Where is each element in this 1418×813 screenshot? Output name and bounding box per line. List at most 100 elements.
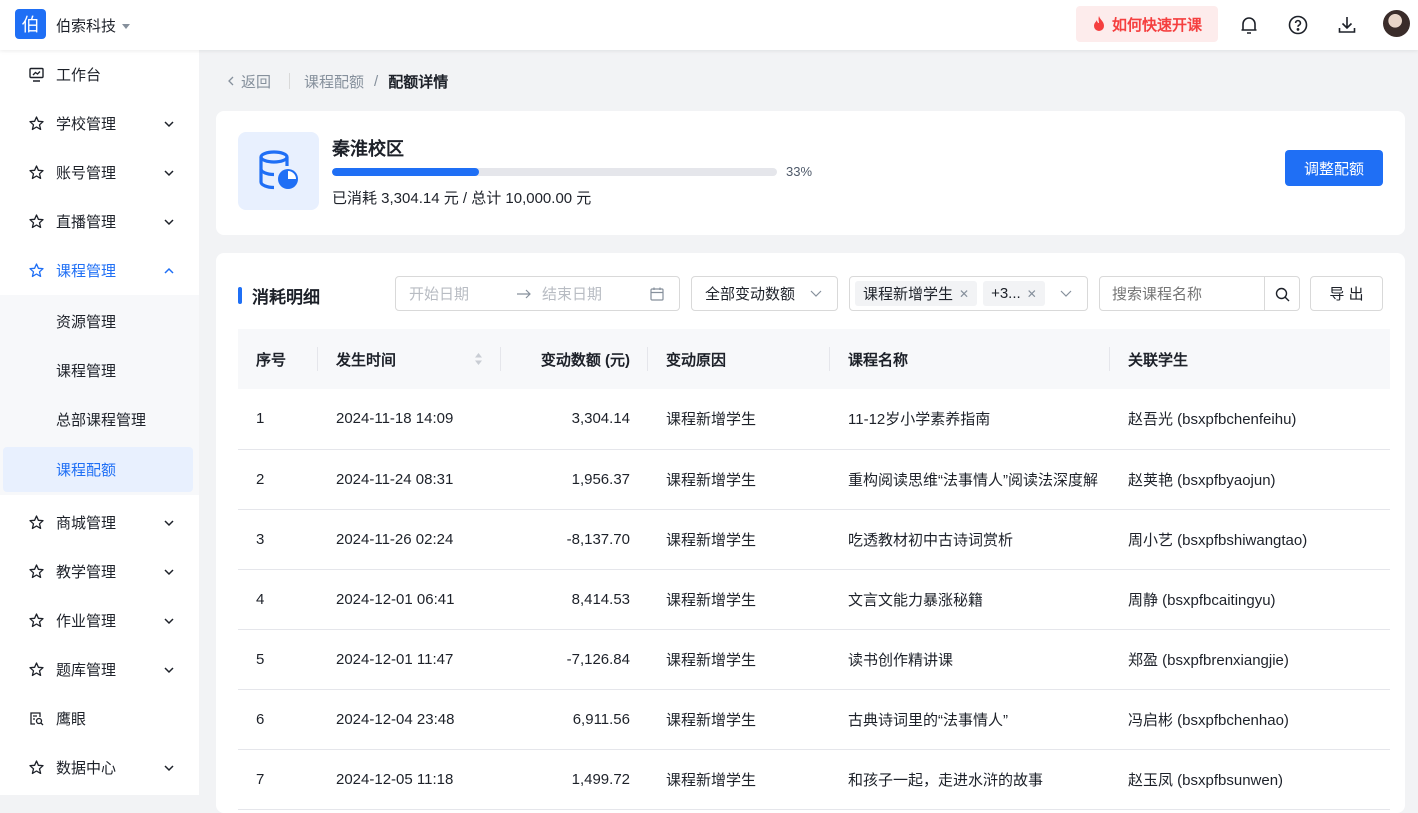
sidebar-item-course[interactable]: 课程管理 [0,246,199,295]
star-icon [28,760,44,776]
table-cell: 周小艺 (bsxpfbshiwangtao) [1128,531,1308,549]
chevron-down-icon [164,617,174,624]
chevron-down-icon [164,519,174,526]
sidebar-item-label: 题库管理 [56,662,117,679]
end-date-input[interactable]: 结束日期 [542,283,602,304]
breadcrumb: 返回 课程配额 / 配额详情 [227,71,448,91]
search-input[interactable] [1112,283,1262,305]
close-icon[interactable]: ✕ [959,287,969,301]
column-header-sortable[interactable]: 发生时间 [318,329,501,389]
table-cell: 课程新增学生 [666,651,757,669]
table-cell: 2024-12-05 11:18 [336,770,454,788]
sidebar-item-live[interactable]: 直播管理 [0,197,199,246]
table-cell: 读书创作精讲课 [848,651,954,669]
table-cell: 2024-11-24 08:31 [336,470,454,488]
table-cell: 吃透教材初中古诗词赏析 [848,531,1014,549]
table-cell: 3 [256,530,265,548]
bell-icon[interactable] [1237,13,1261,37]
sidebar-item-label: 课程管理 [56,263,117,280]
quick-start-button[interactable]: 如何快速开课 [1076,6,1218,42]
reason-tag-more[interactable]: +3... ✕ [983,281,1045,306]
table-row: 6 2024-12-04 23:48 6,911.56 课程新增学生 古典诗词里的“法事… [238,689,1390,749]
chevron-up-icon [164,267,174,274]
table-cell: 3,304.14 [571,410,630,428]
back-link[interactable]: 返回 [227,71,271,92]
table-cell: 2 [256,470,265,488]
sidebar-item-school[interactable]: 学校管理 [0,99,199,148]
table-cell: 课程新增学生 [666,471,757,489]
sidebar-item-eagle-eye[interactable]: 鹰眼 [0,694,199,743]
star-icon [28,662,44,678]
change-type-select[interactable]: 全部变动数额 [691,276,838,311]
quick-start-label: 如何快速开课 [1111,16,1202,34]
subitem-label: 课程配额 [56,462,117,479]
eye-doc-icon [28,711,44,727]
star-icon [28,165,44,181]
table-cell: 1,499.72 [571,770,630,788]
subitem-label: 总部课程管理 [56,412,147,429]
star-icon [28,263,44,279]
sidebar-item-workbench[interactable]: 工作台 [0,50,199,99]
dashboard-icon [28,67,44,83]
quota-usage-text: 已消耗 3,304.14 元 / 总计 10,000.00 元 [332,190,592,207]
reason-multiselect[interactable]: 课程新增学生 ✕ +3... ✕ [849,276,1088,311]
reason-tag[interactable]: 课程新增学生 ✕ [855,281,978,306]
sidebar-item-data-center[interactable]: 数据中心 [0,743,199,792]
table-cell: 6,911.56 [572,710,630,728]
sidebar-item-account[interactable]: 账号管理 [0,148,199,197]
breadcrumb-parent[interactable]: 课程配额 [304,71,364,92]
table-cell: -7,126.84 [566,650,630,668]
chevron-down-icon [164,218,174,225]
table-row: 5 2024-12-01 11:47 -7,126.84 课程新增学生 读书创作精讲课 郑… [238,629,1390,689]
section-title: 消耗明细 [238,285,320,307]
sidebar-item-homework[interactable]: 作业管理 [0,596,199,645]
sidebar-item-label: 数据中心 [56,760,117,777]
sidebar-item-question-bank[interactable]: 题库管理 [0,645,199,694]
section-title-text: 消耗明细 [252,287,320,307]
column-header: 课程名称 [830,329,1110,389]
table-cell: 2024-11-18 14:09 [336,410,454,428]
org-switcher[interactable]: 伯索科技 [56,15,131,36]
download-icon[interactable] [1335,13,1359,37]
sidebar-item-teaching[interactable]: 教学管理 [0,547,199,596]
start-date-input[interactable]: 开始日期 [409,283,469,304]
adjust-quota-button[interactable]: 调整配额 [1285,150,1383,186]
export-button[interactable]: 导 出 [1310,276,1383,311]
user-avatar[interactable] [1383,10,1410,37]
table-row: 2 2024-11-24 08:31 1,956.37 课程新增学生 重构阅读思维“法事… [238,449,1390,509]
table-cell: 11-12岁小学素养指南 [848,411,991,429]
chevron-down-icon [1060,290,1072,297]
chevron-down-icon [164,764,174,771]
course-search[interactable] [1099,276,1300,311]
sidebar-subitem-course[interactable]: 课程管理 [0,348,199,393]
sidebar-item-label: 鹰眼 [56,711,87,728]
sort-icon[interactable] [474,352,483,366]
brand-logo[interactable]: 伯 [15,9,46,39]
star-icon [28,564,44,580]
star-icon [28,515,44,531]
table-cell: -8,137.70 [566,530,630,548]
table-row: 3 2024-11-26 02:24 -8,137.70 课程新增学生 吃透教材初中古诗… [238,509,1390,569]
help-icon[interactable] [1286,13,1310,37]
table-cell: 课程新增学生 [666,591,757,609]
star-icon [28,214,44,230]
table-cell: 冯启彬 (bsxpfbchenhao) [1128,711,1289,729]
sidebar-subitem-resource[interactable]: 资源管理 [0,299,199,344]
reason-tag-label: +3... [991,285,1021,302]
sidebar: 工作台 学校管理 账号管理 直播管理 课程管理 资源管理 课程管理 总部课程管理… [0,50,199,795]
sidebar-item-label: 作业管理 [56,613,117,630]
table-cell: 赵玉凤 (bsxpfbsunwen) [1128,771,1284,789]
table-cell: 周静 (bsxpfbcaitingyu) [1128,591,1276,609]
close-icon[interactable]: ✕ [1027,287,1037,301]
sidebar-subitem-course-quota[interactable]: 课程配额 [3,447,193,492]
table-cell: 2024-11-26 02:24 [336,530,454,548]
sidebar-item-mall[interactable]: 商城管理 [0,498,199,547]
sidebar-item-label: 直播管理 [56,214,117,231]
star-icon [28,116,44,132]
date-range-picker[interactable]: 开始日期 结束日期 [395,276,680,311]
sidebar-subitem-hq-course[interactable]: 总部课程管理 [0,397,199,442]
consumption-details-card: 消耗明细 开始日期 结束日期 全部变动数额 课程新增学生 ✕ +3... ✕ 导… [216,253,1405,813]
search-icon[interactable] [1275,287,1290,302]
table-row: 4 2024-12-01 06:41 8,414.53 课程新增学生 文言文能力暴涨秘籍… [238,569,1390,629]
org-name: 伯索科技 [56,18,117,35]
